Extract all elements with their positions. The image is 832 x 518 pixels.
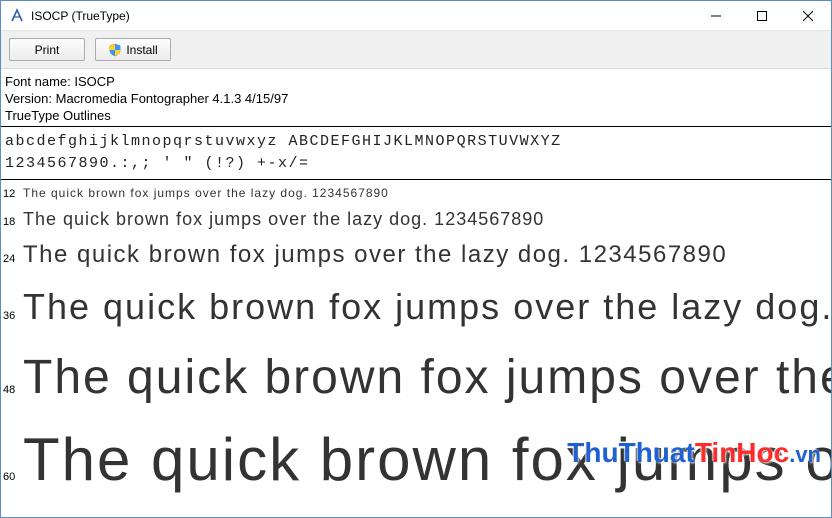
uac-shield-icon: [108, 43, 122, 57]
charset-line-1: abcdefghijklmnopqrstuvwxyz ABCDEFGHIJKLM…: [5, 131, 827, 153]
sample-text: The quick brown fox jumps over the lazy …: [23, 234, 727, 276]
install-button[interactable]: Install: [95, 38, 171, 61]
print-button-label: Print: [35, 43, 60, 57]
sample-row: 48 The quick brown fox jumps over the la…: [1, 338, 831, 418]
sample-size-label: 18: [1, 216, 23, 228]
sample-text: The quick brown fox jumps over the lazy …: [23, 418, 831, 502]
sample-row: 18 The quick brown fox jumps over the la…: [1, 204, 831, 234]
charset-line-2: 1234567890.:,; ' " (!?) +-x/=: [5, 153, 827, 175]
window-controls: [693, 1, 831, 30]
font-version-label: Version:: [5, 91, 52, 106]
sample-row: 24 The quick brown fox jumps over the la…: [1, 234, 831, 276]
sample-text: The quick brown fox jumps over the lazy …: [23, 338, 831, 418]
font-app-icon: [9, 8, 25, 24]
font-version-value: Macromedia Fontographer 4.1.3 4/15/97: [56, 91, 289, 106]
minimize-button[interactable]: [693, 1, 739, 30]
install-button-label: Install: [126, 43, 157, 57]
sample-size-label: 48: [1, 384, 23, 396]
sample-text: The quick brown fox jumps over the lazy …: [23, 204, 544, 234]
print-button[interactable]: Print: [9, 38, 85, 61]
close-button[interactable]: [785, 1, 831, 30]
sample-list: 12 The quick brown fox jumps over the la…: [1, 180, 831, 502]
sample-text: The quick brown fox jumps over the lazy …: [23, 276, 831, 338]
content-area: Font name: ISOCP Version: Macromedia Fon…: [1, 69, 831, 517]
font-outlines: TrueType Outlines: [5, 107, 827, 124]
sample-text: The quick brown fox jumps over the lazy …: [23, 182, 389, 204]
charset-block: abcdefghijklmnopqrstuvwxyz ABCDEFGHIJKLM…: [1, 127, 831, 180]
sample-size-label: 36: [1, 310, 23, 322]
title-bar: ISOCP (TrueType): [1, 1, 831, 31]
sample-row: 60 The quick brown fox jumps over the la…: [1, 418, 831, 502]
font-name-label: Font name:: [5, 74, 71, 89]
font-name-row: Font name: ISOCP: [5, 73, 827, 90]
sample-size-label: 24: [1, 253, 23, 265]
sample-row: 36 The quick brown fox jumps over the la…: [1, 276, 831, 338]
sample-size-label: 12: [1, 188, 23, 200]
font-info-block: Font name: ISOCP Version: Macromedia Fon…: [1, 69, 831, 127]
maximize-button[interactable]: [739, 1, 785, 30]
sample-row: 12 The quick brown fox jumps over the la…: [1, 182, 831, 204]
window-title: ISOCP (TrueType): [31, 9, 130, 23]
font-name-value: ISOCP: [74, 74, 114, 89]
font-version-row: Version: Macromedia Fontographer 4.1.3 4…: [5, 90, 827, 107]
toolbar: Print Install: [1, 31, 831, 69]
sample-size-label: 60: [1, 471, 23, 483]
